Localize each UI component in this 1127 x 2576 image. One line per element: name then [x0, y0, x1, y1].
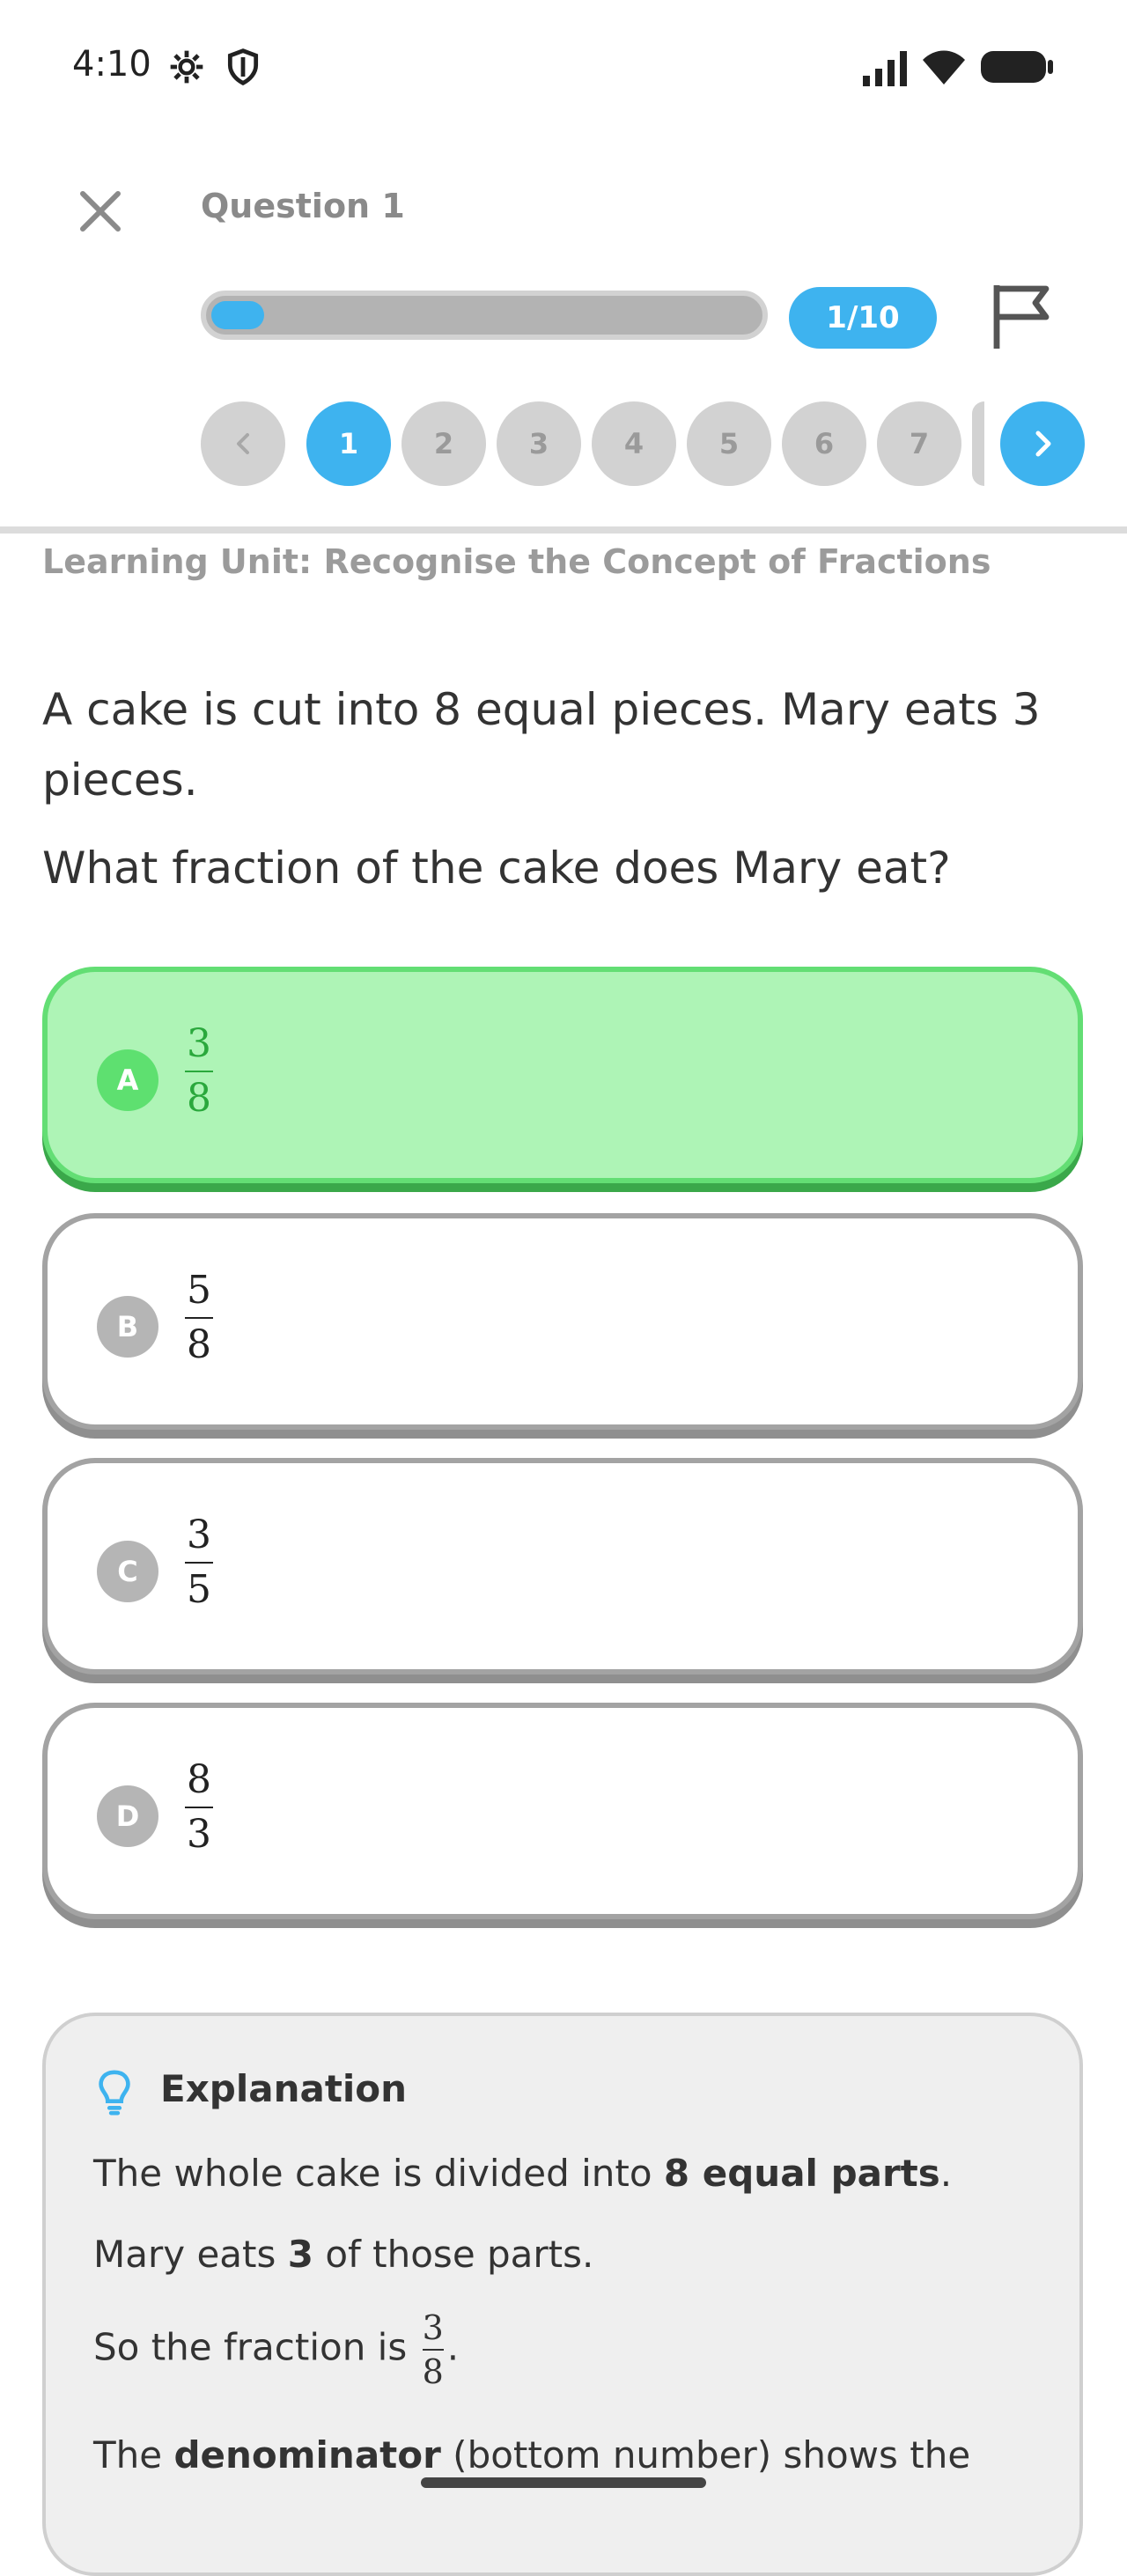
nav-question-7[interactable]: 7 [877, 401, 961, 486]
explanation-line-1: The whole cake is divided into 8 equal p… [93, 2152, 953, 2195]
nav-question-2[interactable]: 2 [401, 401, 486, 486]
nav-question-1[interactable]: 1 [306, 401, 391, 486]
battery-icon [981, 51, 1053, 83]
denominator: 8 [187, 1322, 211, 1367]
explanation-panel: Explanation The whole cake is divided in… [42, 2013, 1083, 2576]
settings-gear-icon [170, 50, 203, 84]
nav-question-5[interactable]: 5 [687, 401, 771, 486]
learning-unit-label: Learning Unit: Recognise the Concept of … [42, 542, 991, 581]
nav-question-6[interactable]: 6 [782, 401, 866, 486]
explanation-line-3: So the fraction is 38. [93, 2308, 460, 2391]
next-question-button[interactable] [1000, 401, 1085, 486]
question-navigator: 1234567 [201, 401, 1088, 486]
option-letter: B [97, 1296, 158, 1358]
option-letter: C [97, 1541, 158, 1602]
denominator: 8 [187, 1076, 211, 1121]
flag-icon[interactable] [990, 282, 1053, 352]
lightbulb-icon [99, 2070, 130, 2116]
prev-question-button[interactable] [201, 401, 285, 486]
option-fraction: 58 [181, 1266, 217, 1370]
option-b[interactable]: B 58 [42, 1213, 1083, 1430]
question-text: A cake is cut into 8 equal pieces. Mary … [42, 674, 1081, 921]
progress-bar [201, 291, 768, 340]
option-letter: D [97, 1785, 158, 1847]
question-line-1: A cake is cut into 8 equal pieces. Mary … [42, 684, 1041, 806]
question-title: Question 1 [201, 187, 405, 225]
explanation-line-2: Mary eats 3 of those parts. [93, 2233, 594, 2276]
option-c[interactable]: C 35 [42, 1458, 1083, 1674]
shield-icon [227, 48, 259, 85]
wifi-icon [923, 50, 965, 85]
explanation-title: Explanation [160, 2067, 408, 2110]
chevron-right-icon [1035, 431, 1051, 457]
status-time: 4:10 [72, 44, 151, 85]
option-a[interactable]: A 38 [42, 967, 1083, 1183]
numerator: 5 [187, 1268, 211, 1313]
nav-question-3[interactable]: 3 [497, 401, 581, 486]
option-fraction: 83 [181, 1755, 217, 1859]
question-counter-badge: 1/10 [789, 287, 937, 349]
chevron-left-icon [237, 433, 249, 454]
numerator: 3 [187, 1512, 211, 1557]
option-fraction: 38 [181, 1019, 217, 1123]
numerator: 8 [187, 1757, 211, 1802]
question-line-2: What fraction of the cake does Mary eat? [42, 843, 951, 894]
progress-fill [211, 301, 264, 329]
nav-question-overflow[interactable] [972, 401, 984, 486]
explanation-line-4: The denominator (bottom number) shows th… [93, 2433, 971, 2477]
numerator: 3 [187, 1021, 211, 1066]
option-d[interactable]: D 83 [42, 1703, 1083, 1919]
header-divider [0, 526, 1127, 534]
denominator: 3 [187, 1812, 211, 1857]
option-fraction: 35 [181, 1511, 217, 1615]
home-indicator[interactable] [421, 2477, 706, 2488]
inline-fraction: 38 [422, 2308, 444, 2391]
option-letter: A [97, 1049, 158, 1111]
close-icon[interactable] [74, 185, 127, 238]
denominator: 5 [187, 1567, 211, 1612]
nav-question-4[interactable]: 4 [592, 401, 676, 486]
signal-icon [863, 51, 907, 86]
